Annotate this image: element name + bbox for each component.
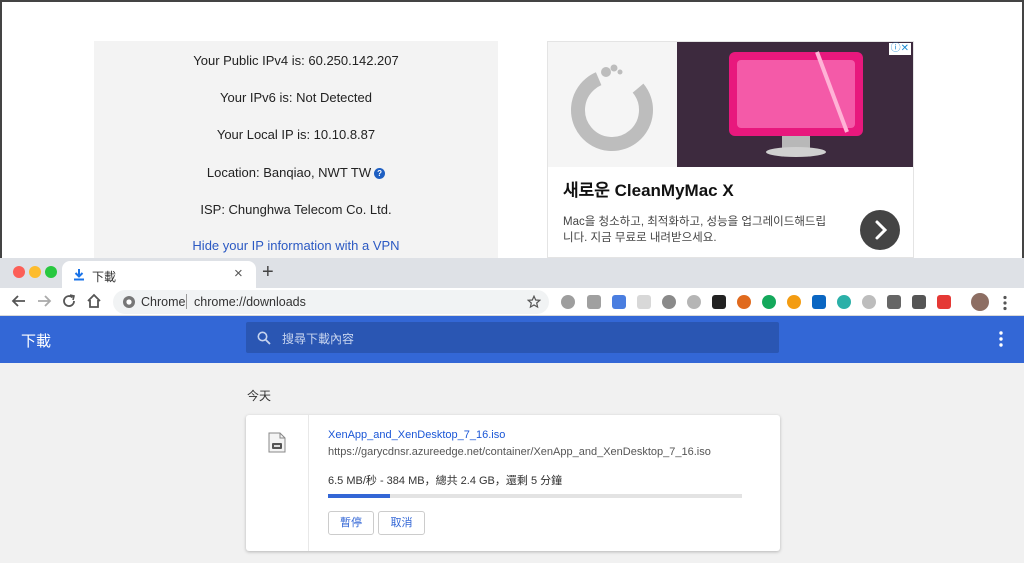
ipv6-text: Your IPv6 is: Not Detected xyxy=(220,90,372,105)
download-item-icon-area xyxy=(246,415,309,551)
maximize-window-button[interactable] xyxy=(45,266,57,278)
play-icon[interactable] xyxy=(787,295,801,309)
browser-menu-icon[interactable] xyxy=(1002,295,1008,311)
chrome-window: 下載 × + Chrome chrome://downloads 下載 搜尋下載… xyxy=(0,258,1024,563)
help-icon[interactable]: ? xyxy=(374,168,386,179)
tab-close-icon[interactable]: × xyxy=(234,265,243,282)
s-extension-icon[interactable] xyxy=(937,295,951,309)
ad-logo-image xyxy=(548,42,677,167)
download-progress-fill xyxy=(328,494,391,498)
chrome-logo-icon xyxy=(123,296,135,308)
bookmark-star-icon[interactable] xyxy=(527,295,541,309)
screenshot-icon[interactable] xyxy=(887,295,901,309)
disk-image-file-icon xyxy=(268,432,286,453)
ad-title: 새로운 CleanMyMac X xyxy=(563,181,734,200)
download-item: XenApp_and_XenDesktop_7_16.iso https://g… xyxy=(246,415,780,551)
gray-dot-icon[interactable] xyxy=(687,295,701,309)
ad-hero-image xyxy=(677,42,913,167)
search-input[interactable]: 搜尋下載內容 xyxy=(246,322,779,353)
download-progress-bar xyxy=(328,494,742,498)
half-circle-icon[interactable] xyxy=(737,295,751,309)
home-icon[interactable] xyxy=(84,291,104,311)
reload-icon[interactable] xyxy=(59,291,79,311)
back-arrow-icon[interactable] xyxy=(9,291,29,311)
translate-icon[interactable] xyxy=(612,295,626,309)
downloads-list: 今天 XenApp_and_XenDesktop_7_16.iso https:… xyxy=(0,363,1024,563)
new-tab-button[interactable]: + xyxy=(262,261,274,284)
page-icon[interactable] xyxy=(637,295,651,309)
omnibox-divider xyxy=(186,294,187,309)
circle-gray-icon[interactable] xyxy=(561,295,575,309)
public-ipv4-text: Your Public IPv4 is: 60.250.142.207 xyxy=(193,53,399,68)
profile-avatar[interactable] xyxy=(971,293,989,311)
search-placeholder: 搜尋下載內容 xyxy=(282,332,355,346)
ring-icon[interactable] xyxy=(862,295,876,309)
record-icon[interactable] xyxy=(662,295,676,309)
location-text: Location: Banqiao, NWT TW xyxy=(206,165,372,180)
address-bar[interactable]: Chrome chrome://downloads xyxy=(113,290,549,314)
tab-strip: 下載 × + xyxy=(0,258,1024,288)
tab-downloads[interactable]: 下載 × xyxy=(62,261,256,288)
hide-ip-vpn-link[interactable]: Hide your IP information with a VPN xyxy=(94,238,498,253)
ad-next-arrow-icon[interactable] xyxy=(860,210,900,250)
minimize-window-button[interactable] xyxy=(29,266,41,278)
file-name-link[interactable]: XenApp_and_XenDesktop_7_16.iso xyxy=(328,429,505,441)
page-title: 下載 xyxy=(21,333,52,350)
pause-button[interactable]: 暫停 xyxy=(328,511,374,535)
tab-title: 下載 xyxy=(92,270,117,284)
ip-info-panel: Your Public IPv4 is: 60.250.142.207 Your… xyxy=(94,41,498,258)
browser-toolbar: Chrome chrome://downloads xyxy=(0,288,1024,316)
site-chip-label: Chrome xyxy=(141,295,186,309)
terminal-icon[interactable] xyxy=(712,295,726,309)
close-window-button[interactable] xyxy=(13,266,25,278)
more-options-icon[interactable] xyxy=(998,330,1004,348)
ad-body-text: Mac을 청소하고, 최적화하고, 성능을 업그레이드해드립니다. 지금 무료로… xyxy=(563,216,827,244)
cloud-drive-icon[interactable] xyxy=(587,295,601,309)
isp-text: ISP: Chunghwa Telecom Co. Ltd. xyxy=(200,202,392,217)
local-ip-text: Your Local IP is: 10.10.8.87 xyxy=(216,127,376,142)
background-web-page: Your Public IPv4 is: 60.250.142.207 Your… xyxy=(0,0,1024,258)
target-icon[interactable] xyxy=(837,295,851,309)
download-icon xyxy=(74,269,84,281)
url-text[interactable]: chrome://downloads xyxy=(194,295,306,309)
ad-choices-icon[interactable]: ⓘ✕ xyxy=(888,43,911,55)
camera-icon[interactable] xyxy=(912,295,926,309)
linkedin-icon[interactable] xyxy=(812,295,826,309)
location-row: Location: Banqiao, NWT TW? xyxy=(94,165,498,180)
search-icon xyxy=(257,331,271,345)
file-source-url[interactable]: https://garycdnsr.azureedge.net/containe… xyxy=(328,446,711,458)
cleanmymac-ad[interactable]: ⓘ✕ 새로운 CleanMyMac X Mac을 청소하고, 최적화하고, 성능… xyxy=(547,41,914,258)
chat-bubble-icon[interactable] xyxy=(762,295,776,309)
cancel-button[interactable]: 取消 xyxy=(378,511,425,535)
forward-arrow-icon[interactable] xyxy=(34,291,54,311)
downloads-header: 下載 搜尋下載內容 xyxy=(0,316,1024,363)
date-section-label: 今天 xyxy=(247,389,272,403)
download-progress-text: 6.5 MB/秒 - 384 MB，總共 2.4 GB，還剩 5 分鐘 xyxy=(328,475,563,487)
